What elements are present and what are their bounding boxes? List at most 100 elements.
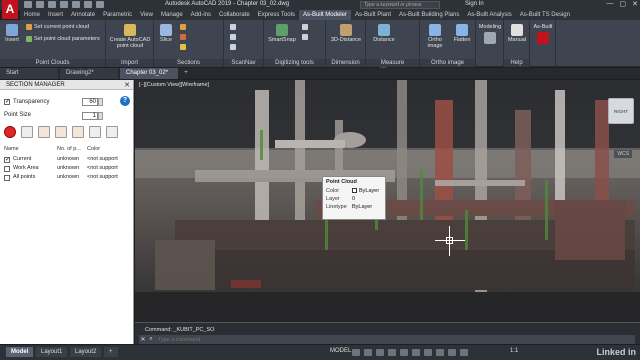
new-file-icon[interactable] bbox=[24, 1, 32, 8]
create-autocad-point-cloud-button[interactable]: Create AutoCAD point cloud bbox=[108, 24, 152, 49]
command-input[interactable] bbox=[155, 335, 635, 344]
tab-annotate[interactable]: Annotate bbox=[67, 10, 99, 20]
layout-tab-layout2[interactable]: Layout2 bbox=[70, 347, 102, 357]
tab-as-built-modeler[interactable]: As-Built Modeler bbox=[298, 10, 351, 20]
tab-view[interactable]: View bbox=[136, 10, 157, 20]
palette-close-icon[interactable]: ✕ bbox=[124, 81, 130, 89]
transparency-input[interactable]: 60 bbox=[82, 98, 98, 106]
tab-add-ins[interactable]: Add-ins bbox=[187, 10, 215, 20]
palette-title: SECTION MANAGER bbox=[0, 80, 133, 90]
viewport-controls-label[interactable]: [−][Custom View][Wireframe] bbox=[139, 82, 209, 88]
manual-button[interactable]: Manual bbox=[505, 24, 529, 43]
lineweight-icon[interactable] bbox=[424, 349, 432, 356]
doc-tab-drawing2[interactable]: Drawing2* bbox=[60, 68, 118, 79]
section-row-all-points[interactable]: All points unknown <not support bbox=[4, 174, 132, 182]
tab-insert[interactable]: Insert bbox=[44, 10, 67, 20]
section-visible-checkbox[interactable] bbox=[4, 166, 10, 172]
tab-collaborate[interactable]: Collaborate bbox=[215, 10, 254, 20]
open-file-icon[interactable] bbox=[36, 1, 44, 8]
section-tool-2[interactable] bbox=[180, 34, 186, 40]
3d-distance-button[interactable]: 3D-Distance bbox=[328, 24, 364, 43]
remove-section-icon[interactable] bbox=[55, 126, 67, 138]
autocad-logo-icon[interactable]: A bbox=[2, 0, 18, 19]
annotation-scale[interactable]: 1:1 bbox=[510, 348, 518, 354]
save-as-icon[interactable] bbox=[60, 1, 68, 8]
smartsnap-button[interactable]: SmartSnap bbox=[266, 24, 298, 43]
plot-icon[interactable] bbox=[72, 1, 80, 8]
save-icon[interactable] bbox=[48, 1, 56, 8]
digitize-tool-1[interactable] bbox=[302, 24, 308, 30]
doc-tab-start[interactable]: Start bbox=[0, 68, 58, 79]
transparency-icon[interactable] bbox=[436, 349, 444, 356]
export-section-icon[interactable] bbox=[89, 126, 101, 138]
tab-as-built-building-plans[interactable]: As-Built Building Plans bbox=[395, 10, 463, 20]
insert-button[interactable]: Insert bbox=[2, 24, 22, 43]
section-color: <not support bbox=[87, 165, 118, 171]
section-visible-checkbox[interactable] bbox=[4, 175, 10, 181]
scannav-tool-2[interactable] bbox=[230, 34, 236, 40]
viewcube[interactable]: RIGHT bbox=[608, 98, 634, 124]
section-tool-3[interactable] bbox=[180, 44, 186, 50]
flatten-button[interactable]: Flatten bbox=[450, 24, 474, 43]
column-header-points[interactable]: No. of p... bbox=[57, 146, 81, 152]
record-section-icon[interactable] bbox=[4, 126, 16, 138]
otrack-icon[interactable] bbox=[412, 349, 420, 356]
slice-button[interactable]: Slice bbox=[156, 24, 176, 43]
help-icon[interactable]: ? bbox=[120, 96, 130, 106]
tab-express-tools[interactable]: Express Tools bbox=[254, 10, 299, 20]
close-button[interactable]: ✕ bbox=[632, 0, 638, 8]
close-command-line-icon[interactable]: ✕ bbox=[139, 336, 147, 343]
command-search-icon[interactable]: ⌕ bbox=[147, 336, 155, 343]
delete-section-icon[interactable] bbox=[38, 126, 50, 138]
polar-icon[interactable] bbox=[388, 349, 396, 356]
doc-tab-chapter-03-02[interactable]: Chapter 03_02* bbox=[120, 68, 178, 79]
distance-button[interactable]: Distance bbox=[370, 24, 398, 43]
layout-tab-model[interactable]: Model bbox=[6, 347, 34, 357]
section-visible-checkbox[interactable] bbox=[4, 156, 10, 163]
digitize-tool-2[interactable] bbox=[302, 34, 308, 40]
set-current-point-cloud-button[interactable]: Set current point cloud bbox=[26, 24, 89, 30]
drawing-viewport[interactable]: [−][Custom View][Wireframe] RIGHT WCS bbox=[135, 80, 640, 322]
undo-icon[interactable] bbox=[84, 1, 92, 8]
new-tab-button[interactable]: + bbox=[180, 68, 192, 79]
tab-as-built-analysis[interactable]: As-Built Analysis bbox=[463, 10, 515, 20]
osnap-icon[interactable] bbox=[400, 349, 408, 356]
set-point-cloud-parameters-button[interactable]: Set point cloud parameters bbox=[26, 36, 100, 42]
tab-parametric[interactable]: Parametric bbox=[99, 10, 136, 20]
scannav-tool-1[interactable] bbox=[230, 24, 236, 30]
column-header-color[interactable]: Color bbox=[87, 146, 100, 152]
transparency-checkbox[interactable] bbox=[4, 98, 10, 105]
snap-icon[interactable] bbox=[364, 349, 372, 356]
search-input[interactable]: Type a keyword or phrase bbox=[360, 1, 440, 9]
ortho-icon[interactable] bbox=[376, 349, 384, 356]
point-size-input[interactable]: 1 bbox=[82, 112, 98, 120]
section-row-work-area[interactable]: Work Area unknown <not support bbox=[4, 165, 132, 173]
annotation-visibility-icon[interactable] bbox=[460, 349, 468, 356]
wcs-menu[interactable]: WCS bbox=[614, 150, 632, 158]
layout-tab-layout1[interactable]: Layout1 bbox=[36, 347, 68, 357]
scannav-tool-3[interactable] bbox=[230, 44, 236, 50]
tab-as-built-ts-design[interactable]: As-Built TS Design bbox=[516, 10, 574, 20]
section-tool-icon[interactable] bbox=[21, 126, 33, 138]
sign-in-link[interactable]: Sign In bbox=[465, 1, 484, 7]
minimize-button[interactable]: — bbox=[607, 0, 614, 8]
section-options-icon[interactable] bbox=[106, 126, 118, 138]
model-space-toggle[interactable]: MODEL bbox=[330, 348, 351, 354]
modeling-button[interactable]: Modeling bbox=[477, 24, 503, 45]
selection-cycling-icon[interactable] bbox=[448, 349, 456, 356]
transparency-stepper[interactable] bbox=[98, 98, 103, 106]
tab-as-built-plant[interactable]: As-Built Plant bbox=[351, 10, 395, 20]
section-row-current[interactable]: Current unknown <not support bbox=[4, 156, 132, 164]
ortho-image-button[interactable]: Ortho image bbox=[421, 24, 449, 49]
point-size-stepper[interactable] bbox=[98, 112, 103, 120]
grid-icon[interactable] bbox=[352, 349, 360, 356]
as-built-button[interactable]: As-Built bbox=[531, 24, 555, 45]
tab-manage[interactable]: Manage bbox=[157, 10, 187, 20]
maximize-button[interactable]: ▢ bbox=[620, 0, 627, 8]
add-layout-button[interactable]: + bbox=[104, 347, 118, 357]
clear-section-icon[interactable] bbox=[72, 126, 84, 138]
tab-home[interactable]: Home bbox=[20, 10, 44, 20]
column-header-name[interactable]: Name bbox=[4, 146, 19, 152]
section-tool-1[interactable] bbox=[180, 24, 186, 30]
redo-icon[interactable] bbox=[96, 1, 104, 8]
